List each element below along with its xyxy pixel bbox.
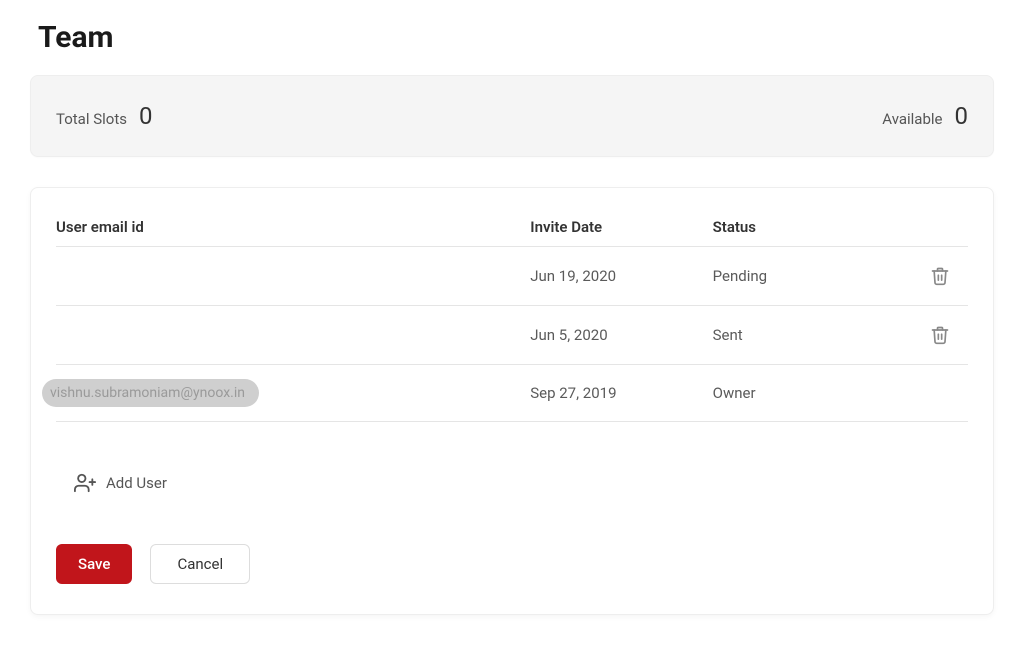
column-header-email: User email id [56,218,530,247]
column-header-status: Status [713,218,895,247]
cancel-button[interactable]: Cancel [150,544,250,584]
cell-invite-date: Sep 27, 2019 [530,365,712,422]
available-slots-stat: Available 0 [882,102,968,130]
column-header-actions [895,218,968,247]
table-row: Jun 19, 2020 Pending [56,247,968,306]
slots-summary-card: Total Slots 0 Available 0 [30,75,994,157]
cell-email: vishnu.subramoniam@ynoox.in [42,379,259,407]
cell-status: Sent [713,306,895,365]
delete-button[interactable] [926,261,954,291]
table-row: Jun 5, 2020 Sent [56,306,968,365]
add-user-button[interactable]: Add User [56,472,968,494]
save-button[interactable]: Save [56,544,132,584]
team-members-table: User email id Invite Date Status Jun 19,… [56,218,968,422]
cell-status: Pending [713,247,895,306]
cell-status: Owner [713,365,895,422]
column-header-invite-date: Invite Date [530,218,712,247]
total-slots-stat: Total Slots 0 [56,102,152,130]
cell-email [56,247,530,306]
cell-invite-date: Jun 5, 2020 [530,306,712,365]
total-slots-label: Total Slots [56,110,127,128]
trash-icon [930,324,950,346]
page-title: Team [38,20,994,55]
form-actions: Save Cancel [56,544,968,584]
available-slots-value: 0 [955,102,969,130]
team-members-card: User email id Invite Date Status Jun 19,… [30,187,994,615]
trash-icon [930,265,950,287]
delete-button[interactable] [926,320,954,350]
add-user-icon [74,472,96,494]
cell-email [56,306,530,365]
add-user-label: Add User [106,474,167,492]
total-slots-value: 0 [139,102,153,130]
cell-invite-date: Jun 19, 2020 [530,247,712,306]
available-slots-label: Available [882,110,942,128]
table-row: vishnu.subramoniam@ynoox.in Sep 27, 2019… [56,365,968,422]
